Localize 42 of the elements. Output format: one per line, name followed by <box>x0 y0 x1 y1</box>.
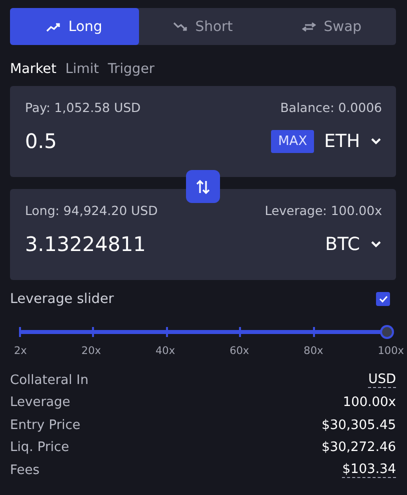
token-selector[interactable]: BTC <box>325 234 382 254</box>
tick-label: 80x <box>304 345 324 357</box>
order-type-tab[interactable]: Limit <box>65 61 99 77</box>
tick-label: 100x <box>378 345 404 357</box>
swap-vertical-icon <box>196 178 210 194</box>
detail-value: $30,272.46 <box>322 440 396 456</box>
balance-label: Balance: 0.0006 <box>280 100 382 115</box>
trend-down-icon <box>173 22 188 32</box>
side-tab[interactable]: Long <box>10 8 139 45</box>
detail-value: $30,305.45 <box>322 418 396 433</box>
detail-label: Leverage <box>10 395 70 410</box>
pay-label: Pay: 1,052.58 USD <box>25 100 141 115</box>
tick-label: 2x <box>14 345 27 357</box>
checkbox[interactable] <box>376 292 390 306</box>
detail-label: Collateral In <box>10 372 88 388</box>
tick-label: 40x <box>155 345 176 357</box>
token-selector[interactable]: ETH <box>324 130 382 152</box>
receive-amount[interactable]: 3.13224811 <box>25 232 146 256</box>
long-label: Long: 94,924.20 USD <box>25 203 158 218</box>
trend-up-icon <box>46 22 60 32</box>
chevron-down-icon <box>370 137 382 145</box>
check-icon <box>378 295 388 303</box>
chevron-down-icon <box>370 240 382 248</box>
leverage-label: Leverage: 100.00x <box>264 203 382 218</box>
max-button[interactable]: MAX <box>271 130 314 152</box>
tick-label: 20x <box>81 345 101 357</box>
order-type-tab[interactable]: Market <box>10 61 56 77</box>
swap-arrows-icon <box>302 22 316 32</box>
detail-value: $103.34 <box>342 462 396 478</box>
slider-handle[interactable] <box>380 325 394 339</box>
detail-label: Fees <box>10 462 40 478</box>
side-tab[interactable]: Swap <box>267 8 396 45</box>
swap-direction-button[interactable] <box>186 170 220 203</box>
side-tab[interactable]: Short <box>138 8 268 45</box>
order-type-tab[interactable]: Trigger <box>108 61 154 77</box>
detail-value: 100.00x <box>342 395 396 410</box>
detail-label: Entry Price <box>10 418 80 433</box>
leverage-slider-label: Leverage slider <box>10 291 114 307</box>
detail-label: Liq. Price <box>10 440 70 456</box>
pay-amount[interactable]: 0.5 <box>25 129 57 153</box>
detail-value: USD <box>368 372 396 388</box>
tick-label: 60x <box>230 345 250 357</box>
